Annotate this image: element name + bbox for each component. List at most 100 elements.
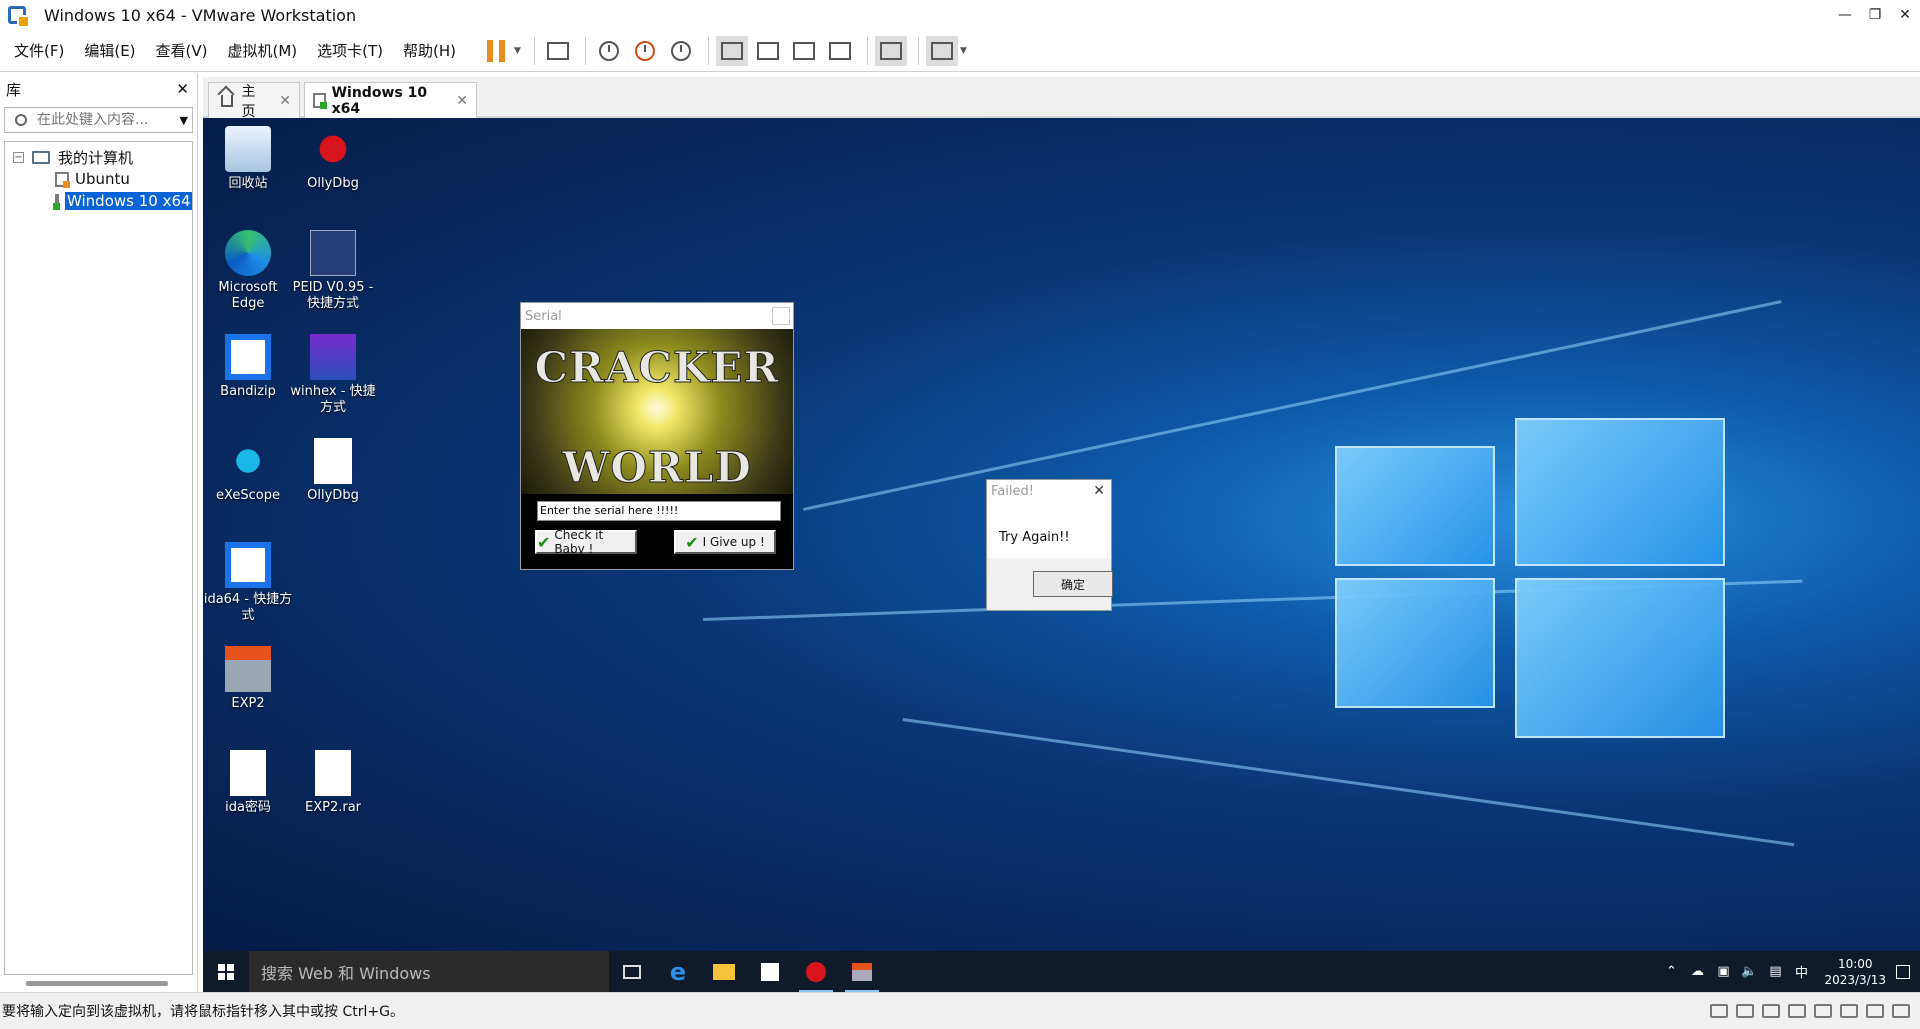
tree-item-windows10[interactable]: Windows 10 x64 — [5, 190, 192, 212]
full-screen-button[interactable] — [788, 36, 820, 66]
ok-button[interactable]: 确定 — [1033, 571, 1113, 597]
menu-view[interactable]: 查看(V) — [148, 40, 216, 61]
volume-icon[interactable]: 🔈 — [1738, 964, 1760, 979]
horizontal-scrollbar[interactable] — [26, 981, 168, 986]
text-file-icon — [230, 750, 266, 796]
taskbar-ollydbg[interactable] — [793, 951, 839, 992]
desktop-icon-ida-password[interactable]: ida密码 — [203, 750, 293, 816]
keyboard-icon — [546, 41, 569, 60]
restore-icon[interactable]: ❐ — [1860, 0, 1890, 30]
menu-file[interactable]: 文件(F) — [6, 40, 72, 61]
cracker-world-banner: CRACKER WORLD — [521, 329, 793, 494]
library-search[interactable]: ▼ — [4, 107, 193, 133]
snapshot-button[interactable] — [593, 36, 625, 66]
exp2-house-icon — [225, 646, 271, 692]
display-icon[interactable] — [1866, 1004, 1884, 1018]
desktop-icon-label: Microsoft Edge — [218, 280, 278, 311]
printer-icon[interactable] — [1814, 1004, 1832, 1018]
menu-vm[interactable]: 虚拟机(M) — [220, 40, 306, 61]
recycle-bin-icon — [225, 126, 271, 172]
taskbar-file-explorer[interactable] — [701, 951, 747, 992]
vm-desktop[interactable]: 回收站 OllyDbg Microsoft Edge PEID V0.95 - … — [203, 118, 1920, 951]
desktop-icon-ollydbg-file[interactable]: OllyDbg — [288, 438, 378, 504]
chevron-down-icon[interactable]: ▼ — [180, 114, 188, 127]
show-desktop-icon[interactable] — [1896, 964, 1910, 979]
network-adapter-icon[interactable] — [1762, 1004, 1780, 1018]
task-view-button[interactable] — [609, 951, 655, 992]
give-up-button[interactable]: ✔ I Give up ! — [674, 530, 776, 554]
close-icon[interactable]: ✕ — [279, 93, 291, 109]
tab-bar: 主页 ✕ Windows 10 x64 ✕ — [203, 77, 1920, 120]
peid-icon — [310, 230, 356, 276]
desktop-icon-label: 回收站 — [228, 176, 268, 191]
revert-snapshot-button[interactable] — [629, 36, 661, 66]
store-icon — [761, 962, 779, 981]
desktop-icon-label: ida64 - 快捷方式 — [203, 592, 293, 623]
toolbar-divider — [866, 36, 868, 65]
serial-dialog-titlebar: Serial — [521, 303, 793, 329]
serial-dialog[interactable]: Serial CRACKER WORLD Enter the serial he… — [520, 302, 794, 570]
desktop-icon-winhex[interactable]: winhex - 快捷方式 — [288, 334, 378, 416]
ime-indicator[interactable]: 中 — [1790, 962, 1812, 981]
tab-home[interactable]: 主页 ✕ — [208, 82, 300, 120]
action-center-icon[interactable]: ▤ — [1764, 964, 1786, 979]
desktop-icon-peid[interactable]: PEID V0.95 - 快捷方式 — [288, 230, 378, 312]
check-button-label: Check it Baby ! — [554, 528, 604, 556]
desktop-icon-ida64[interactable]: ida64 - 快捷方式 — [203, 542, 293, 624]
chevron-down-icon[interactable]: ▼ — [514, 46, 521, 56]
sound-icon[interactable] — [1840, 1004, 1858, 1018]
vm-tree: − 我的计算机 Ubuntu Windows 10 x64 — [4, 141, 193, 975]
unity-button[interactable] — [824, 36, 856, 66]
taskbar-search[interactable]: 搜索 Web 和 Windows — [249, 951, 609, 992]
cd-drive-icon[interactable] — [1736, 1004, 1754, 1018]
desktop-icon-exescope[interactable]: eXeScope — [203, 438, 293, 504]
taskbar-clock[interactable]: 10:00 2023/3/13 — [1824, 956, 1886, 988]
home-icon — [221, 94, 234, 107]
menu-edit[interactable]: 编辑(E) — [76, 40, 143, 61]
close-icon[interactable] — [772, 307, 790, 325]
show-thumbnail-button[interactable] — [752, 36, 784, 66]
desktop-icon-exp2-rar[interactable]: EXP2.rar — [288, 750, 378, 816]
library-search-input[interactable] — [37, 112, 177, 128]
hard-disk-icon[interactable] — [1710, 1004, 1728, 1018]
failed-dialog[interactable]: Failed! ✕ Try Again!! 确定 — [986, 479, 1113, 611]
network-icon[interactable]: ▣ — [1712, 964, 1734, 979]
close-icon[interactable]: ✕ — [1890, 0, 1920, 30]
message-log-icon[interactable] — [1892, 1004, 1910, 1018]
tab-windows10[interactable]: Windows 10 x64 ✕ — [304, 82, 477, 118]
chevron-up-icon[interactable]: ⌃ — [1660, 964, 1682, 979]
menu-help[interactable]: 帮助(H) — [395, 40, 464, 61]
snapshot-manager-button[interactable] — [665, 36, 697, 66]
show-library-button[interactable] — [715, 35, 748, 66]
taskbar-store[interactable] — [747, 951, 793, 992]
wallpaper-window-pane — [1335, 578, 1495, 708]
close-icon[interactable]: ✕ — [1093, 483, 1105, 499]
desktop-icon-edge[interactable]: Microsoft Edge — [203, 230, 293, 312]
desktop-icon-recycle-bin[interactable]: 回收站 — [203, 126, 293, 192]
usb-icon[interactable] — [1788, 1004, 1806, 1018]
stretch-button[interactable] — [925, 35, 958, 66]
status-text: 要将输入定向到该虚拟机，请将鼠标指针移入其中或按 Ctrl+G。 — [2, 1004, 404, 1020]
taskbar-edge[interactable]: e — [655, 951, 701, 992]
tree-item-ubuntu[interactable]: Ubuntu — [5, 168, 192, 190]
tree-item-my-computer[interactable]: − 我的计算机 — [5, 146, 192, 168]
tab-label: 主页 — [241, 83, 256, 120]
console-button[interactable] — [874, 35, 907, 66]
desktop-icon-bandizip[interactable]: Bandizip — [203, 334, 293, 400]
onedrive-icon[interactable]: ☁ — [1686, 964, 1708, 979]
minimize-icon[interactable]: — — [1830, 0, 1860, 30]
close-icon[interactable]: ✕ — [176, 80, 189, 98]
check-button[interactable]: ✔ Check it Baby ! — [535, 528, 637, 556]
menu-tabs[interactable]: 选项卡(T) — [309, 40, 391, 61]
desktop-icon-ollydbg[interactable]: OllyDbg — [288, 126, 378, 192]
taskbar-exp2[interactable] — [839, 951, 885, 992]
chevron-down-icon[interactable]: ▼ — [960, 46, 967, 56]
start-button[interactable] — [203, 951, 249, 992]
pause-button[interactable] — [480, 36, 512, 66]
clock-date: 2023/3/13 — [1824, 972, 1886, 987]
send-ctrl-alt-del-button[interactable] — [542, 36, 574, 66]
close-icon[interactable]: ✕ — [456, 93, 468, 109]
desktop-icon-exp2[interactable]: EXP2 — [203, 646, 293, 712]
collapse-icon[interactable]: − — [13, 151, 24, 163]
serial-input[interactable]: Enter the serial here !!!!! — [537, 501, 781, 521]
